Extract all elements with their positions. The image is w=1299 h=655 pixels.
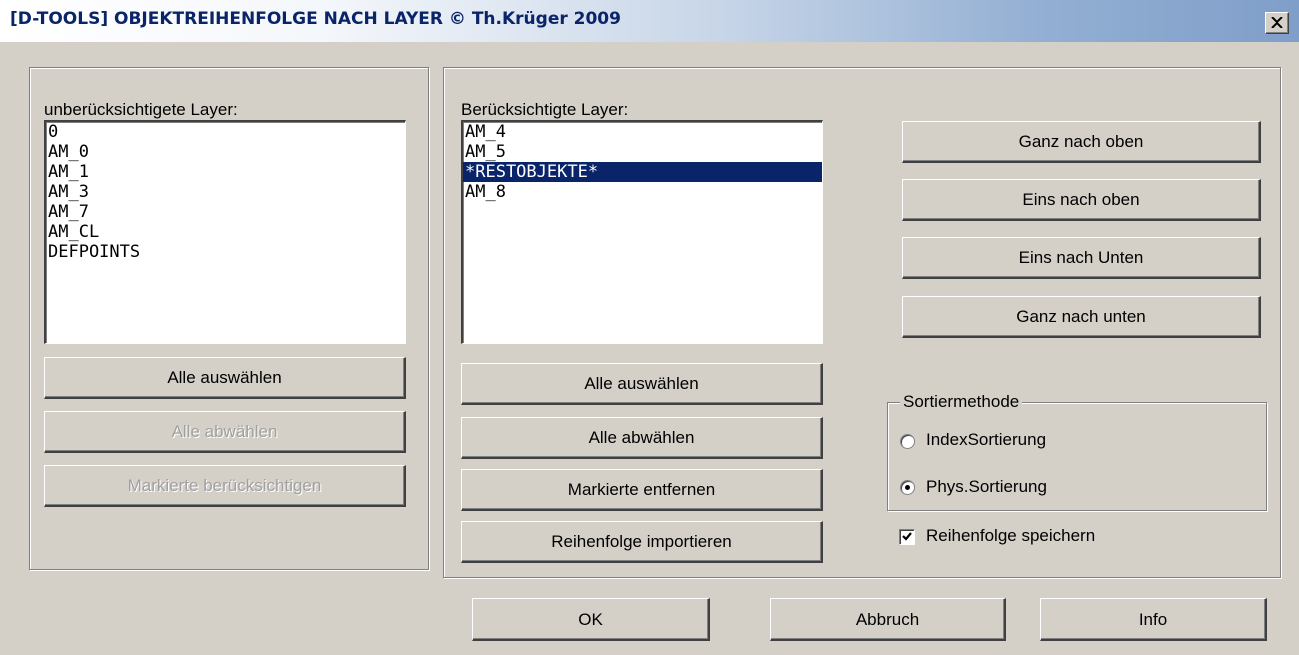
middle-list-label: Berücksichtigte Layer: bbox=[461, 100, 629, 119]
move-down-button[interactable]: Eins nach Unten bbox=[902, 237, 1261, 279]
left-deselect-all-button[interactable]: Alle abwählen bbox=[44, 411, 406, 453]
cancel-button[interactable]: Abbruch bbox=[770, 598, 1006, 641]
button-label: Alle auswählen bbox=[167, 368, 282, 387]
index-sort-label[interactable]: IndexSortierung bbox=[926, 430, 1046, 450]
button-label: Markierte entfernen bbox=[567, 480, 716, 499]
button-label: Reihenfolge importieren bbox=[551, 532, 732, 551]
button-label: Info bbox=[1138, 610, 1168, 629]
considered-layers-list[interactable]: AM_4 AM_5 *RESTOBJEKTE* AM_8 bbox=[461, 120, 823, 344]
radio-dot bbox=[905, 485, 910, 490]
ok-button[interactable]: OK bbox=[472, 598, 710, 641]
list-item[interactable]: AM_7 bbox=[46, 202, 405, 222]
button-label: Alle abwählen bbox=[171, 422, 278, 441]
list-item[interactable]: AM_1 bbox=[46, 162, 405, 182]
consider-marked-button[interactable]: Markierte berücksichtigen bbox=[44, 465, 406, 507]
button-label: OK bbox=[578, 610, 603, 629]
middle-select-all-button[interactable]: Alle auswählen bbox=[461, 363, 823, 405]
info-button[interactable]: Info bbox=[1040, 598, 1267, 641]
button-label: Abbruch bbox=[855, 610, 920, 629]
button-label: Ganz nach oben bbox=[1018, 132, 1144, 151]
list-item[interactable]: AM_5 bbox=[463, 142, 822, 162]
button-label: Markierte berücksichtigen bbox=[127, 476, 322, 495]
phys-sort-label[interactable]: Phys.Sortierung bbox=[926, 477, 1047, 497]
move-up-button[interactable]: Eins nach oben bbox=[902, 179, 1261, 221]
unconsidered-layers-list[interactable]: 0 AM_0 AM_1 AM_3 AM_7 AM_CL DEFPOINTS bbox=[44, 120, 406, 344]
list-item[interactable]: AM_4 bbox=[463, 122, 822, 142]
button-label: Ganz nach unten bbox=[1016, 307, 1146, 326]
list-item[interactable]: DEFPOINTS bbox=[46, 242, 405, 262]
index-sort-radio[interactable] bbox=[900, 434, 915, 449]
middle-deselect-all-button[interactable]: Alle abwählen bbox=[461, 417, 823, 459]
button-label: Eins nach Unten bbox=[1018, 248, 1144, 267]
list-item[interactable]: 0 bbox=[46, 122, 405, 142]
left-select-all-button[interactable]: Alle auswählen bbox=[44, 357, 406, 399]
list-item-selected[interactable]: *RESTOBJEKTE* bbox=[463, 162, 822, 182]
remove-marked-button[interactable]: Markierte entfernen bbox=[461, 469, 823, 511]
button-label: Alle auswählen bbox=[584, 374, 699, 393]
close-icon bbox=[1271, 17, 1283, 28]
move-to-bottom-button[interactable]: Ganz nach unten bbox=[902, 296, 1261, 338]
sort-method-legend: Sortiermethode bbox=[900, 392, 1023, 412]
list-item[interactable]: AM_3 bbox=[46, 182, 405, 202]
save-order-label[interactable]: Reihenfolge speichern bbox=[926, 526, 1095, 546]
list-item[interactable]: AM_0 bbox=[46, 142, 405, 162]
title-bar[interactable]: [D-TOOLS] OBJEKTREIHENFOLGE NACH LAYER ©… bbox=[0, 0, 1299, 42]
save-order-checkbox[interactable] bbox=[899, 529, 915, 545]
checkmark-icon bbox=[902, 532, 912, 541]
dialog-window: [D-TOOLS] OBJEKTREIHENFOLGE NACH LAYER ©… bbox=[0, 0, 1299, 655]
button-label: Alle abwählen bbox=[588, 428, 695, 447]
button-label: Eins nach oben bbox=[1022, 190, 1140, 209]
list-item[interactable]: AM_8 bbox=[463, 182, 822, 202]
phys-sort-radio[interactable] bbox=[900, 480, 915, 495]
import-order-button[interactable]: Reihenfolge importieren bbox=[461, 521, 823, 563]
left-list-label: unberücksichtigete Layer: bbox=[44, 100, 238, 119]
list-item[interactable]: AM_CL bbox=[46, 222, 405, 242]
move-to-top-button[interactable]: Ganz nach oben bbox=[902, 121, 1261, 163]
close-button[interactable] bbox=[1265, 12, 1289, 34]
window-title: [D-TOOLS] OBJEKTREIHENFOLGE NACH LAYER ©… bbox=[10, 9, 621, 29]
